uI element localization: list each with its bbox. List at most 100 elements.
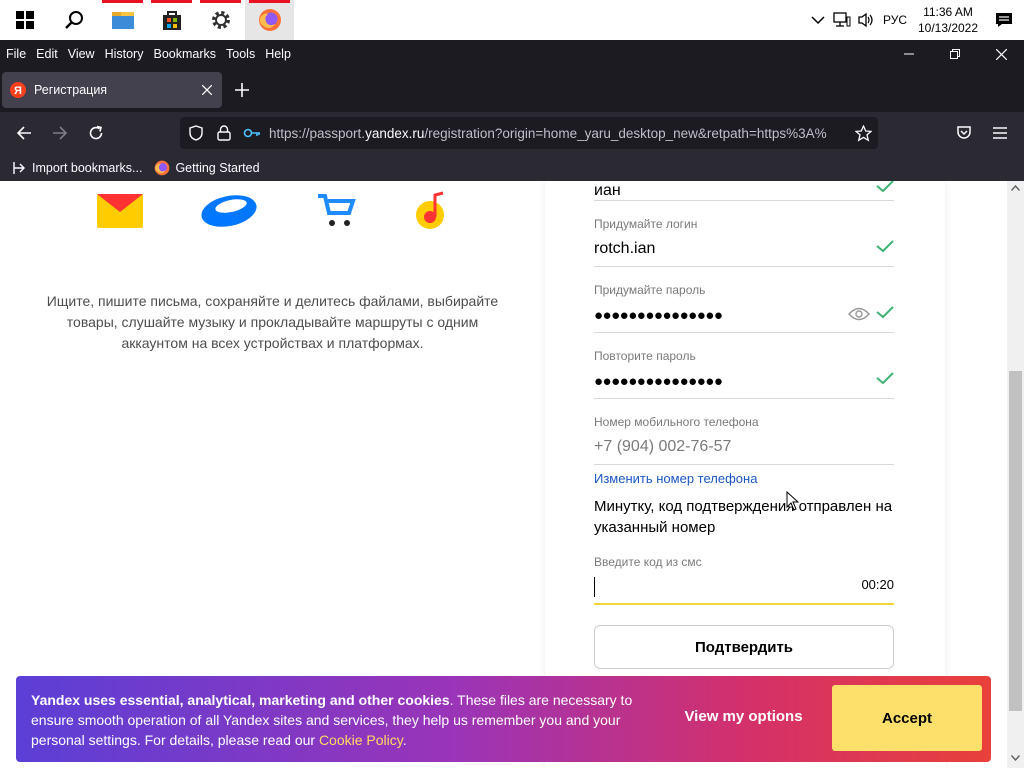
view-options-button[interactable]: View my options [676, 708, 811, 725]
app-menu-button[interactable] [984, 117, 1016, 149]
svg-text:Я: Я [14, 85, 22, 97]
scroll-thumb[interactable] [1009, 371, 1022, 711]
field-underline [594, 464, 894, 465]
settings-button[interactable] [196, 0, 245, 40]
accept-cookies-button[interactable]: Accept [832, 685, 982, 751]
check-icon [876, 306, 894, 319]
check-icon [876, 181, 894, 193]
clock-date: 10/13/2022 [917, 21, 979, 35]
minimize-icon [904, 53, 914, 55]
reload-icon [89, 125, 103, 140]
scroll-down-arrow-icon[interactable] [1011, 755, 1020, 761]
field-underline [594, 332, 894, 333]
url-rest: /registration?origin=home_yaru_desktop_n… [424, 125, 827, 141]
eye-icon[interactable] [848, 307, 870, 321]
field-underline [594, 200, 894, 201]
login-label: Придумайте логин [594, 217, 698, 231]
change-phone-link[interactable]: Изменить номер телефона [594, 471, 894, 486]
sms-code-label: Введите код из смс [594, 555, 702, 569]
close-icon [995, 48, 1007, 60]
menu-tools[interactable]: Tools [220, 47, 259, 61]
close-window-button[interactable] [978, 40, 1024, 68]
back-button[interactable] [8, 117, 40, 149]
cookie-text-end: . [402, 732, 407, 748]
forward-button[interactable] [44, 117, 76, 149]
sms-code-field[interactable]: Введите код из смс 00:20 [594, 555, 894, 605]
repeat-password-field[interactable]: Повторите пароль ●●●●●●●●●●●●●●● [594, 349, 894, 399]
menu-history[interactable]: History [99, 47, 148, 61]
menu-bar: File Edit View History Bookmarks Tools H… [0, 40, 1024, 68]
bookmark-star-icon[interactable] [855, 124, 872, 142]
store-button[interactable] [147, 0, 196, 40]
promo-description: Ищите, пишите письма, сохраняйте и делит… [46, 293, 499, 351]
arrow-right-icon [53, 126, 68, 140]
shield-icon[interactable] [188, 125, 204, 141]
menu-view[interactable]: View [62, 47, 99, 61]
key-icon[interactable] [243, 126, 261, 140]
folder-icon [111, 12, 134, 29]
yandex-music-icon[interactable] [415, 191, 447, 231]
plus-icon [235, 83, 249, 97]
scroll-up-arrow-icon[interactable] [1011, 185, 1020, 191]
login-field[interactable]: Придумайте логин rotch.ian [594, 217, 894, 267]
field-underline [594, 398, 894, 399]
vertical-scrollbar[interactable] [1007, 181, 1024, 768]
restore-button[interactable] [932, 40, 978, 68]
firefox-icon [258, 9, 281, 31]
yandex-market-cart-icon[interactable] [316, 193, 356, 229]
address-bar[interactable]: https://passport.yandex.ru/registration?… [180, 117, 878, 149]
system-tray: РУС 11:36 AM 10/13/2022 [806, 0, 1024, 40]
cookie-policy-link[interactable]: Cookie Policy [319, 732, 403, 748]
field-underline [594, 266, 894, 267]
url-prefix: https://passport. [269, 125, 366, 141]
yandex-disk-icon[interactable] [200, 191, 258, 229]
clock[interactable]: 11:36 AM 10/13/2022 [912, 4, 984, 36]
language-indicator[interactable]: РУС [878, 0, 912, 40]
chevron-up-icon [811, 16, 825, 25]
repeat-password-input[interactable]: ●●●●●●●●●●●●●●● [594, 369, 894, 393]
import-bookmarks-item[interactable]: Import bookmarks... [12, 161, 142, 175]
menu-help[interactable]: Help [259, 47, 295, 61]
sms-code-input[interactable] [594, 575, 894, 599]
show-hidden-icons-button[interactable] [806, 0, 830, 40]
search-button[interactable] [49, 0, 98, 40]
windows-taskbar: РУС 11:36 AM 10/13/2022 [0, 0, 1024, 40]
navigation-toolbar: https://passport.yandex.ru/registration?… [0, 112, 1024, 154]
url-text: https://passport.yandex.ru/registration?… [269, 126, 827, 141]
yandex-favicon-icon: Я [10, 82, 26, 98]
pocket-button[interactable] [948, 117, 980, 149]
minimize-button[interactable] [886, 40, 932, 68]
lock-icon[interactable] [217, 125, 231, 141]
search-icon [64, 11, 83, 29]
tab-bar: Я Регистрация [0, 68, 1024, 112]
login-input[interactable]: rotch.ian [594, 237, 894, 261]
gear-icon [211, 11, 230, 29]
surname-field[interactable]: иан [594, 181, 894, 203]
arrow-left-icon [16, 126, 31, 140]
mouse-cursor-icon [786, 491, 800, 511]
phone-input[interactable]: +7 (904) 002-76-57 [594, 435, 894, 459]
new-tab-button[interactable] [234, 82, 250, 103]
yandex-mail-icon[interactable] [97, 194, 143, 228]
notifications-button[interactable] [984, 0, 1024, 40]
menu-edit[interactable]: Edit [30, 47, 62, 61]
start-button[interactable] [0, 0, 49, 40]
cookie-consent-banner: Yandex uses essential, analytical, marke… [16, 676, 991, 762]
close-tab-icon[interactable] [202, 85, 212, 95]
menu-file[interactable]: File [0, 47, 30, 61]
tab-registration[interactable]: Я Регистрация [2, 72, 222, 108]
password-field[interactable]: Придумайте пароль ●●●●●●●●●●●●●●● [594, 283, 894, 333]
reload-button[interactable] [80, 117, 112, 149]
getting-started-item[interactable]: Getting Started [154, 160, 260, 176]
menu-bookmarks[interactable]: Bookmarks [147, 47, 220, 61]
hamburger-menu-icon [993, 127, 1007, 139]
field-underline-active [594, 603, 894, 605]
file-explorer-button[interactable] [98, 0, 147, 40]
network-button[interactable] [830, 0, 854, 40]
phone-field[interactable]: Номер мобильного телефона +7 (904) 002-7… [594, 415, 894, 465]
confirm-button[interactable]: Подтвердить [594, 625, 894, 669]
volume-button[interactable] [854, 0, 878, 40]
firefox-taskbar-button[interactable] [245, 0, 294, 40]
language-label: РУС [882, 13, 908, 27]
firefox-icon [155, 160, 170, 175]
